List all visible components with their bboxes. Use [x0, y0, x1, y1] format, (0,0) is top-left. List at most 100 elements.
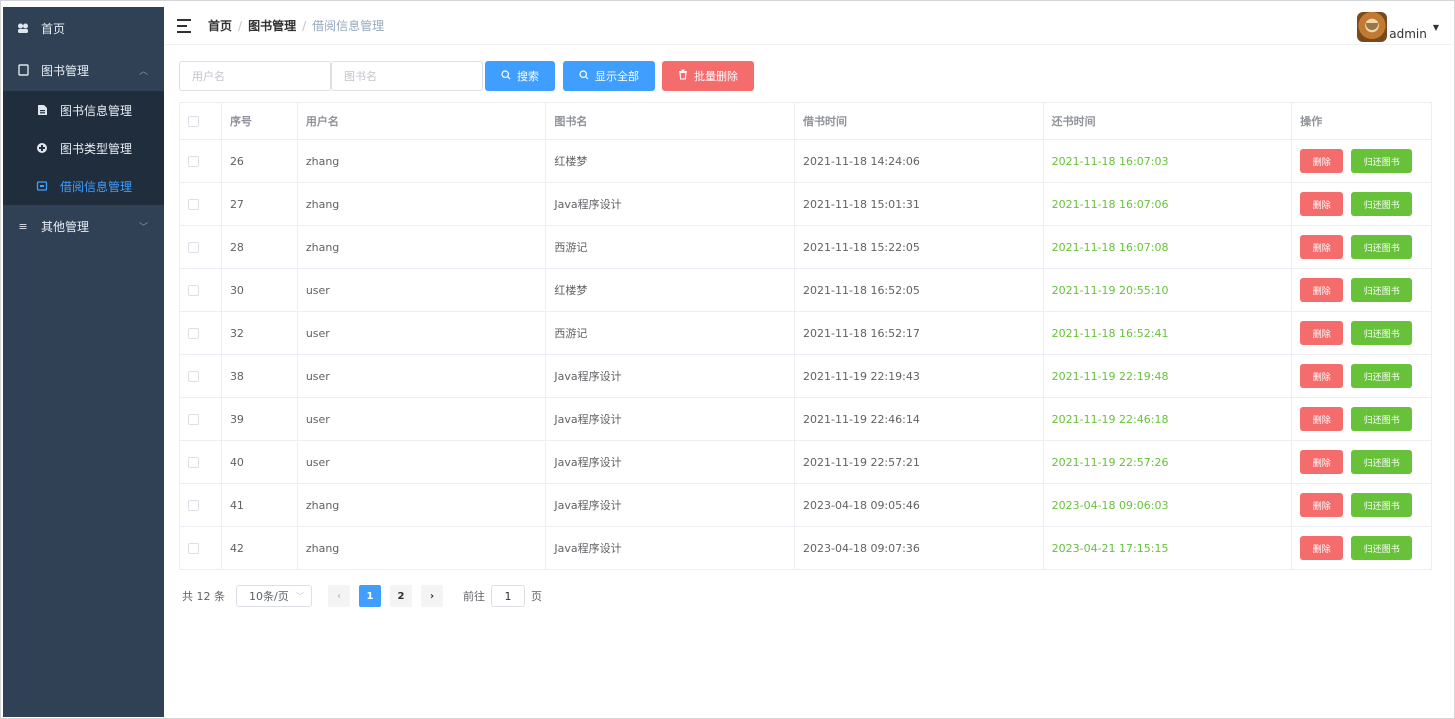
cell-bookname: Java程序设计 [546, 398, 796, 440]
page-jumper: 前往 页 [463, 585, 542, 607]
header-username: 用户名 [298, 103, 547, 139]
sidebar-item-borrow-info[interactable]: 借阅信息管理 [3, 167, 164, 205]
row-checkbox[interactable] [188, 327, 199, 339]
cell-bookname: 西游记 [546, 226, 796, 268]
cell-bookname: Java程序设计 [546, 441, 796, 483]
return-book-button[interactable]: 归还图书 [1351, 407, 1413, 431]
bookname-search-input[interactable] [331, 61, 483, 91]
row-checkbox[interactable] [188, 241, 199, 253]
sidebar-item-other-management[interactable]: ≡ 其他管理 ﹀ [3, 205, 164, 247]
show-all-button[interactable]: 显示全部 [563, 61, 655, 91]
cell-return-time: 2023-04-21 17:15:15 [1044, 527, 1293, 569]
return-book-button[interactable]: 归还图书 [1351, 450, 1413, 474]
cell-actions: 删除 归还图书 [1292, 140, 1431, 182]
user-dropdown[interactable]: admin ▼ [1357, 12, 1439, 42]
return-book-button[interactable]: 归还图书 [1351, 536, 1413, 560]
row-checkbox[interactable] [188, 413, 199, 425]
row-checkbox[interactable] [188, 198, 199, 210]
return-book-button[interactable]: 归还图书 [1351, 364, 1413, 388]
borrow-icon [36, 180, 48, 192]
return-book-button[interactable]: 归还图书 [1351, 192, 1413, 216]
delete-button[interactable]: 删除 [1300, 536, 1344, 560]
cell-bookname: 红楼梦 [546, 140, 796, 182]
sidebar-item-book-info[interactable]: 图书信息管理 [3, 91, 164, 129]
cell-username: user [298, 312, 547, 354]
bulk-delete-button-label: 批量删除 [694, 70, 738, 83]
header-borrow-time: 借书时间 [795, 103, 1044, 139]
return-book-button[interactable]: 归还图书 [1351, 149, 1413, 173]
row-checkbox[interactable] [188, 155, 199, 167]
cell-return-time: 2021-11-18 16:07:06 [1044, 183, 1293, 225]
avatar[interactable] [1357, 12, 1388, 42]
search-icon [501, 69, 511, 83]
sidebar-item-label: 图书管理 [41, 63, 90, 78]
chevron-down-icon: ﹀ [296, 591, 304, 601]
cell-borrow-time: 2021-11-19 22:46:14 [795, 398, 1044, 440]
row-select-cell [180, 269, 222, 311]
row-checkbox[interactable] [188, 542, 199, 554]
row-checkbox[interactable] [188, 499, 199, 511]
delete-button[interactable]: 删除 [1300, 149, 1344, 173]
bulk-delete-button[interactable]: 批量删除 [662, 61, 754, 91]
goto-label: 前往 [463, 590, 485, 603]
cell-id: 32 [222, 312, 298, 354]
sidebar-item-label: 借阅信息管理 [60, 179, 133, 194]
return-book-button[interactable]: 归还图书 [1351, 235, 1413, 259]
cell-id: 30 [222, 269, 298, 311]
return-book-button[interactable]: 归还图书 [1351, 278, 1413, 302]
return-book-button[interactable]: 归还图书 [1351, 321, 1413, 345]
cell-return-time: 2021-11-18 16:07:08 [1044, 226, 1293, 268]
sidebar-item-book-category[interactable]: 图书类型管理 [3, 129, 164, 167]
page-size-select[interactable]: 10条/页 ﹀ [236, 585, 312, 607]
cell-return-time: 2021-11-19 20:55:10 [1044, 269, 1293, 311]
breadcrumb-book-management[interactable]: 图书管理 [248, 17, 296, 34]
cell-borrow-time: 2021-11-18 15:22:05 [795, 226, 1044, 268]
borrow-table: 序号 用户名 图书名 借书时间 还书时间 操作 26 zhang 红楼梦 2021-1… [179, 102, 1432, 570]
row-checkbox[interactable] [188, 370, 199, 382]
cell-actions: 删除 归还图书 [1292, 183, 1431, 225]
page-button-2[interactable]: 2 [390, 585, 412, 607]
row-select-cell [180, 355, 222, 397]
goto-page-input[interactable] [491, 585, 525, 607]
delete-button[interactable]: 删除 [1300, 407, 1344, 431]
cell-id: 39 [222, 398, 298, 440]
delete-button[interactable]: 删除 [1300, 450, 1344, 474]
sidebar-item-book-management[interactable]: 图书管理 ︿ [3, 49, 164, 91]
delete-button[interactable]: 删除 [1300, 321, 1344, 345]
cell-bookname: Java程序设计 [546, 355, 796, 397]
table-header-row: 序号 用户名 图书名 借书时间 还书时间 操作 [180, 103, 1431, 140]
cell-username: zhang [298, 527, 547, 569]
trash-icon [678, 69, 688, 83]
sidebar-item-home[interactable]: 首页 [3, 7, 164, 49]
sidebar-item-label: 图书类型管理 [60, 141, 133, 156]
row-select-cell [180, 484, 222, 526]
row-checkbox[interactable] [188, 456, 199, 468]
table-row: 32 user 西游记 2021-11-18 16:52:17 2021-11-18 1… [180, 312, 1431, 355]
sidebar-submenu: 图书信息管理 图书类型管理 借阅信息管理 [3, 91, 164, 205]
cell-username: zhang [298, 140, 547, 182]
hamburger-icon[interactable] [177, 18, 191, 33]
user-name: admin [1389, 27, 1427, 41]
page-button-1[interactable]: 1 [359, 585, 381, 607]
return-book-button[interactable]: 归还图书 [1351, 493, 1413, 517]
delete-button[interactable]: 删除 [1300, 235, 1344, 259]
delete-button[interactable]: 删除 [1300, 364, 1344, 388]
table-row: 28 zhang 西游记 2021-11-18 15:22:05 2021-11-18 … [180, 226, 1431, 269]
delete-button[interactable]: 删除 [1300, 192, 1344, 216]
breadcrumb-home[interactable]: 首页 [208, 17, 232, 34]
username-search-input[interactable] [179, 61, 331, 91]
search-toolbar: 搜索 显示全部 批量删除 [179, 61, 754, 91]
next-page-button[interactable]: › [421, 585, 443, 607]
chevron-down-icon: ﹀ [138, 222, 148, 233]
row-checkbox[interactable] [188, 284, 199, 296]
delete-button[interactable]: 删除 [1300, 278, 1344, 302]
select-all-checkbox[interactable] [188, 115, 199, 127]
cell-username: user [298, 269, 547, 311]
delete-button[interactable]: 删除 [1300, 493, 1344, 517]
prev-page-button[interactable]: ‹ [328, 585, 350, 607]
search-button[interactable]: 搜索 [485, 61, 555, 91]
header-select-cell [180, 103, 222, 139]
dashboard-icon [17, 22, 29, 34]
cell-bookname: Java程序设计 [546, 183, 796, 225]
cell-borrow-time: 2021-11-18 16:52:17 [795, 312, 1044, 354]
